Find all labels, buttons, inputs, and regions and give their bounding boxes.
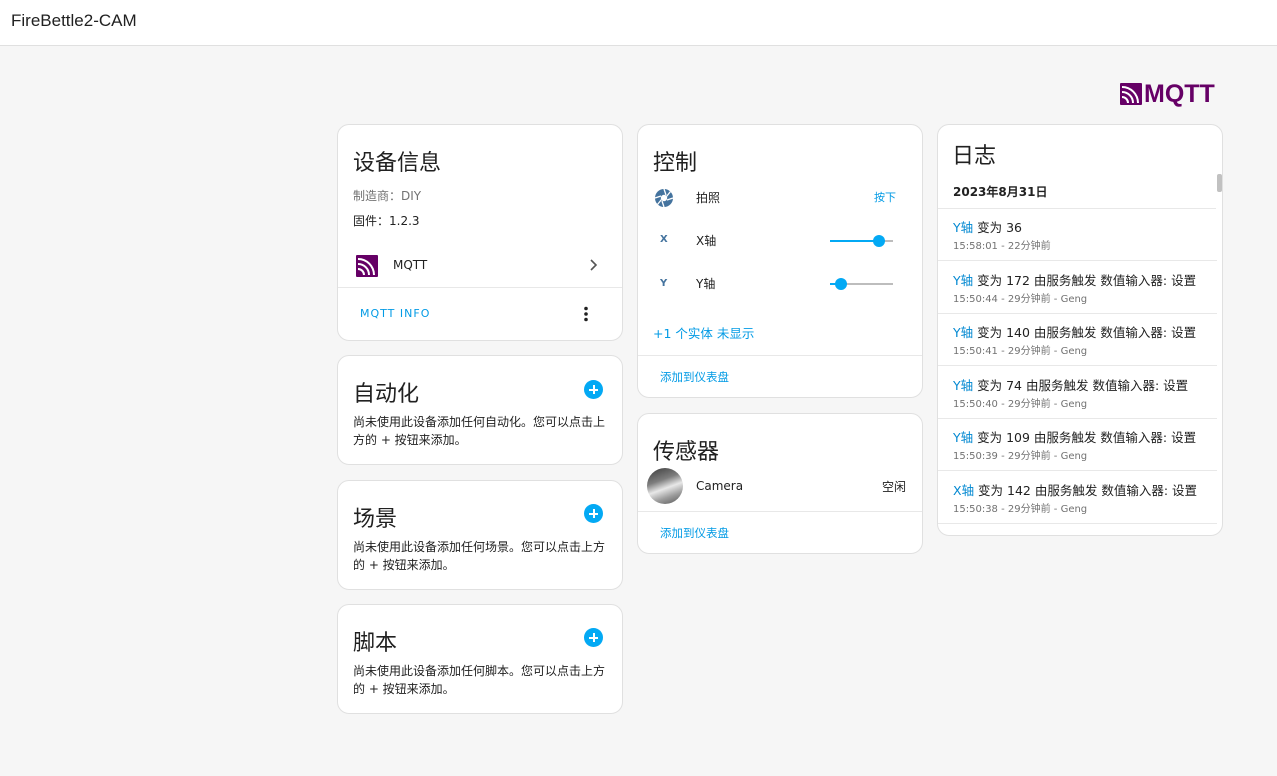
add-script-button[interactable] xyxy=(584,628,603,647)
log-entry-text: 变为 140 由服务触发 数值输入器: 设置 xyxy=(973,325,1197,340)
x-axis-slider[interactable] xyxy=(830,235,893,247)
log-entry[interactable]: Y轴 变为 109 由服务触发 数值输入器: 设置 15:50:39 - 29分钟… xyxy=(938,419,1217,471)
script-description: 尚未使用此设备添加任何脚本。您可以点击上方的 + 按钮来添加。 xyxy=(353,664,606,696)
controls-title: 控制 xyxy=(653,151,698,176)
log-entry[interactable]: X轴 变为 142 由服务触发 数值输入器: 设置 15:50:38 - 29分钟… xyxy=(938,472,1217,524)
camera-state: 空闲 xyxy=(882,480,907,494)
log-entry-text: 变为 36 xyxy=(973,220,1022,235)
script-card: 脚本 尚未使用此设备添加任何脚本。您可以点击上方的 + 按钮来添加。 xyxy=(337,604,623,714)
device-info-card: 设备信息 制造商：DIY 固件：1.2.3 MQTT MQTT INFO xyxy=(337,124,623,341)
more-vert-icon[interactable] xyxy=(583,306,589,322)
logbook-title: 日志 xyxy=(952,144,997,169)
log-entry-text: 变为 142 由服务触发 数值输入器: 设置 xyxy=(974,482,1198,498)
add-scene-button[interactable] xyxy=(584,504,603,523)
camera-label: Camera xyxy=(696,479,744,493)
add-to-dashboard-button[interactable]: 添加到仪表盘 xyxy=(660,525,729,541)
script-title: 脚本 xyxy=(353,631,398,656)
log-entry-message: Y轴 变为 172 由服务触发 数值输入器: 设置 xyxy=(953,270,1196,289)
log-entry-message: Y轴 变为 74 由服务触发 数值输入器: 设置 xyxy=(953,375,1188,394)
log-entity-link[interactable]: Y轴 xyxy=(953,325,973,340)
page-title: FireBettle2-CAM xyxy=(11,11,137,30)
camera-iris-icon xyxy=(654,188,674,208)
mqtt-info-button[interactable]: MQTT INFO xyxy=(360,307,430,320)
log-entry[interactable]: Y轴 变为 140 由服务触发 数值输入器: 设置 15:50:41 - 29分钟… xyxy=(938,314,1217,366)
photo-label: 拍照 xyxy=(696,191,721,205)
log-entry-text: 变为 109 由服务触发 数值输入器: 设置 xyxy=(973,430,1197,445)
device-info-title: 设备信息 xyxy=(353,151,442,176)
mqtt-logo-icon xyxy=(1120,83,1142,105)
x-axis-label: X轴 xyxy=(696,234,717,248)
card-divider xyxy=(638,355,922,356)
log-entry[interactable]: Y轴 变为 36 15:58:01 - 22分钟前 xyxy=(938,209,1217,261)
scene-card: 场景 尚未使用此设备添加任何场景。您可以点击上方的 + 按钮来添加。 xyxy=(337,480,623,590)
top-app-bar: FireBettle2-CAM xyxy=(0,0,1277,46)
log-entry-time: 15:50:39 - 29分钟前 - Geng xyxy=(953,451,1088,462)
log-entry-time: 15:50:40 - 29分钟前 - Geng xyxy=(953,398,1088,410)
camera-thumbnail[interactable] xyxy=(647,468,683,504)
card-divider xyxy=(338,287,622,288)
manufacturer-text: 制造商：DIY xyxy=(353,189,422,203)
sensors-title: 传感器 xyxy=(653,440,720,465)
controls-card: 控制 拍照 按下 X X轴 Y Y轴 +1 个实体 未显示 添加到仪表盘 xyxy=(637,124,923,398)
log-entity-link[interactable]: Y轴 xyxy=(953,273,973,288)
integration-label: MQTT xyxy=(393,258,428,272)
logbook-list[interactable]: Y轴 变为 36 15:58:01 - 22分钟前 Y轴 变为 172 由服务触发 … xyxy=(938,209,1218,535)
add-to-dashboard-button[interactable]: 添加到仪表盘 xyxy=(660,369,729,385)
log-entity-link[interactable]: Y轴 xyxy=(953,430,973,445)
mqtt-icon xyxy=(356,255,378,277)
logbook-date: 2023年8月31日 xyxy=(953,185,1048,199)
press-button[interactable]: 按下 xyxy=(874,189,896,205)
log-entity-link[interactable]: Y轴 xyxy=(953,220,973,235)
y-axis-slider-handle[interactable] xyxy=(835,278,848,290)
chevron-right-icon xyxy=(590,259,598,271)
log-entity-link[interactable]: X轴 xyxy=(953,483,974,498)
add-automation-button[interactable] xyxy=(584,380,603,399)
hidden-entities-link[interactable]: +1 个实体 未显示 xyxy=(653,323,754,342)
scene-description: 尚未使用此设备添加任何场景。您可以点击上方的 + 按钮来添加。 xyxy=(353,540,606,572)
automation-title: 自动化 xyxy=(353,382,420,407)
mqtt-logo: MQTT xyxy=(1120,80,1215,108)
log-entry-message: X轴 变为 142 由服务触发 数值输入器: 设置 xyxy=(953,480,1197,499)
y-axis-label: Y轴 xyxy=(696,277,716,291)
log-entry-message: Y轴 变为 109 由服务触发 数值输入器: 设置 xyxy=(953,427,1196,446)
x-axis-slider-handle[interactable] xyxy=(873,235,886,247)
x-axis-icon: X xyxy=(660,234,668,245)
log-entry-time: 15:50:41 - 29分钟前 - Geng xyxy=(953,346,1088,357)
mqtt-logo-text: MQTT xyxy=(1144,80,1215,108)
log-entry-message: Y轴 变为 140 由服务触发 数值输入器: 设置 xyxy=(953,322,1196,341)
automation-card: 自动化 尚未使用此设备添加任何自动化。您可以点击上方的 + 按钮来添加。 xyxy=(337,355,623,465)
logbook-scrollbar[interactable] xyxy=(1217,174,1222,192)
automation-description: 尚未使用此设备添加任何自动化。您可以点击上方的 + 按钮来添加。 xyxy=(353,415,606,447)
card-divider xyxy=(638,511,922,512)
log-entry[interactable]: Y轴 变为 74 由服务触发 数值输入器: 设置 15:50:40 - 29分钟前… xyxy=(938,367,1217,419)
integration-row[interactable]: MQTT xyxy=(338,247,622,283)
log-entry-message: Y轴 变为 36 xyxy=(953,217,1022,236)
y-axis-slider[interactable] xyxy=(830,278,893,290)
sensors-card: 传感器 Camera 空闲 添加到仪表盘 xyxy=(637,413,923,554)
log-entry-time: 15:50:38 - 29分钟前 - Geng xyxy=(953,503,1088,515)
log-entry-time: 15:50:44 - 29分钟前 - Geng xyxy=(953,293,1088,305)
log-entry-time: 15:58:01 - 22分钟前 xyxy=(953,241,1051,252)
logbook-card: 日志 2023年8月31日 Y轴 变为 36 15:58:01 - 22分钟前 Y轴… xyxy=(937,124,1223,536)
firmware-text: 固件：1.2.3 xyxy=(353,214,420,228)
scene-title: 场景 xyxy=(353,507,398,532)
log-entry-text: 变为 74 由服务触发 数值输入器: 设置 xyxy=(973,377,1189,393)
log-entry[interactable]: Y轴 变为 172 由服务触发 数值输入器: 设置 15:50:44 - 29分钟… xyxy=(938,262,1217,314)
log-entity-link[interactable]: Y轴 xyxy=(953,378,973,393)
log-entry-text: 变为 172 由服务触发 数值输入器: 设置 xyxy=(973,272,1197,288)
y-axis-icon: Y xyxy=(660,278,668,289)
